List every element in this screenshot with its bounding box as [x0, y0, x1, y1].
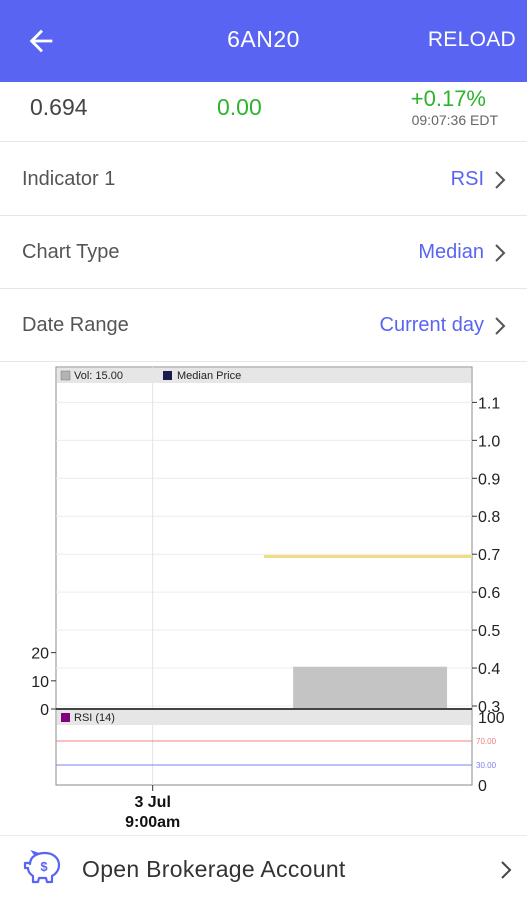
date-range-row[interactable]: Date Range Current day [0, 289, 527, 362]
chevron-right-icon [501, 861, 512, 879]
open-brokerage-account-label: Open Brokerage Account [82, 856, 346, 882]
chart-type-row[interactable]: Chart Type Median [0, 216, 527, 289]
indicator-row[interactable]: Indicator 1 RSI [0, 143, 527, 216]
rsi-legend-label: RSI (14) [74, 712, 115, 724]
chart-type-value: Median [418, 241, 484, 263]
chevron-right-icon [495, 244, 506, 262]
rsi-level-label: 30.00 [476, 761, 497, 770]
chevron-right-icon [495, 171, 506, 189]
piggy-bank-dollar-icon: $ [23, 850, 61, 884]
legend-label: Vol: 15.00 [74, 370, 123, 382]
y-tick-label: 0.6 [478, 585, 500, 602]
svg-text:$: $ [40, 859, 48, 874]
rsi-level-label: 70.00 [476, 737, 497, 746]
rsi-y-tick-label: 100 [478, 710, 505, 727]
quote-row: 0.694 0.00 +0.17% 09:07:36 EDT [0, 82, 527, 142]
legend-label: Median Price [177, 370, 241, 382]
y-tick-label: 0.4 [478, 661, 500, 678]
indicator-value: RSI [450, 168, 484, 190]
legend-swatch [60, 370, 71, 381]
app-bar: 6AN20 RELOAD [0, 0, 527, 82]
rsi-legend-bar [57, 710, 471, 725]
rsi-y-tick-label: 0 [478, 778, 487, 795]
x-tick-time: 9:00am [125, 814, 180, 831]
reload-button[interactable]: RELOAD [428, 28, 516, 52]
indicator-label: Indicator 1 [22, 168, 116, 190]
price-change-percent: +0.17% [410, 86, 486, 111]
y-tick-label: 1.0 [478, 433, 500, 450]
y-tick-label: 1.1 [478, 395, 500, 412]
chevron-right-icon [495, 317, 506, 335]
x-tick-date: 3 Jul [134, 794, 170, 811]
quote-time: 09:07:36 EDT [411, 112, 498, 128]
chart-svg: 1.11.00.90.80.70.60.50.40.320100Vol: 15.… [31, 366, 505, 831]
y-tick-label: 0.8 [478, 509, 500, 526]
last-price: 0.694 [30, 94, 88, 120]
volume-bar [293, 666, 448, 709]
y-tick-label: 0.9 [478, 471, 500, 488]
open-brokerage-account-row[interactable]: $ Open Brokerage Account [0, 835, 527, 900]
y-tick-label: 0.7 [478, 547, 500, 564]
price-chart[interactable]: 1.1 1.0 0.9 0.8 0.7 0.6 0.5 0.4 0.3 20 10 0 Vol: 15.… [0, 361, 527, 833]
volume-tick-label: 0 [40, 702, 49, 719]
legend-swatch [163, 371, 172, 380]
date-range-label: Date Range [22, 314, 129, 336]
y-tick-label: 0.5 [478, 623, 500, 640]
volume-tick-label: 10 [31, 674, 49, 691]
volume-tick-label: 20 [31, 646, 49, 663]
price-change: 0.00 [217, 94, 262, 120]
rsi-legend-swatch [61, 713, 70, 722]
date-range-value: Current day [379, 314, 485, 336]
chart-type-label: Chart Type [22, 241, 120, 263]
